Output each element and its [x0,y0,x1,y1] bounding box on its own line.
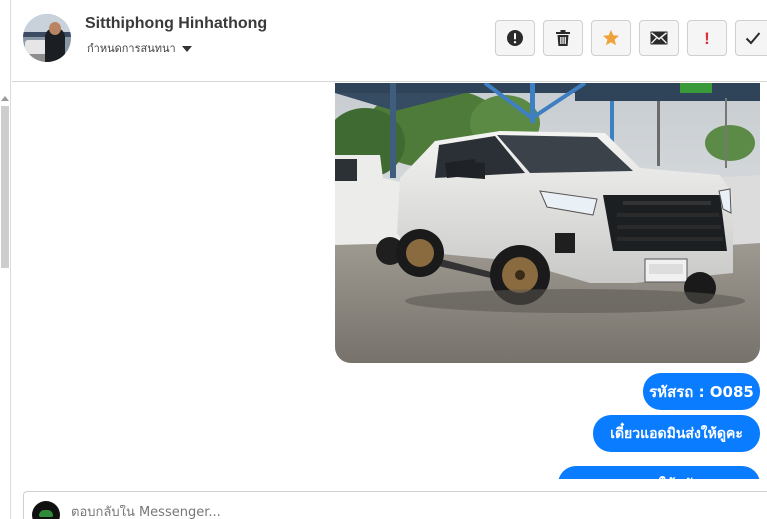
message-photo[interactable] [335,83,760,363]
star-icon [603,30,619,46]
envelope-icon [650,31,668,45]
contact-name[interactable]: Sitthiphong Hinhathong [85,15,267,33]
scroll-up-arrow-icon[interactable] [1,96,9,101]
photo-white-pickup-truck [335,83,760,363]
exclamation-icon: ! [704,28,710,48]
left-panel-edge [0,0,11,519]
mark-spam-button[interactable] [495,20,535,56]
caret-down-icon [181,45,192,52]
page-avatar [32,501,60,519]
contact-avatar[interactable] [23,14,71,62]
trash-icon [556,30,570,46]
assign-conversation-dropdown[interactable]: กำหนดการสนทนา [87,39,192,57]
check-icon [745,32,760,45]
message-bubble[interactable]: เดี๋ยวแอดมินส่งให้ดูคะ [593,415,760,452]
delete-button[interactable] [543,20,583,56]
assign-conversation-label: กำหนดการสนทนา [87,42,176,55]
star-button[interactable] [591,20,631,56]
message-bubble[interactable]: รหัสรถ : O085 [643,373,760,410]
alert-circle-icon [507,30,523,46]
message-thread[interactable]: รหัสรถ : O085 เดี๋ยวแอดมินส่งให้ดูคะ ตาม… [12,83,767,479]
mark-unread-button[interactable] [639,20,679,56]
message-bubble[interactable]: ตาม...ใช้ครับ [558,466,760,479]
follow-up-button[interactable]: ! [687,20,727,56]
conversation-toolbar: ! [495,20,767,56]
mark-done-button[interactable] [735,20,767,56]
reply-composer [23,491,767,519]
left-scrollbar-thumb[interactable] [1,106,9,268]
conversation-header: Sitthiphong Hinhathong กำหนดการสนทนา ! [12,0,767,82]
reply-input[interactable] [71,505,671,519]
